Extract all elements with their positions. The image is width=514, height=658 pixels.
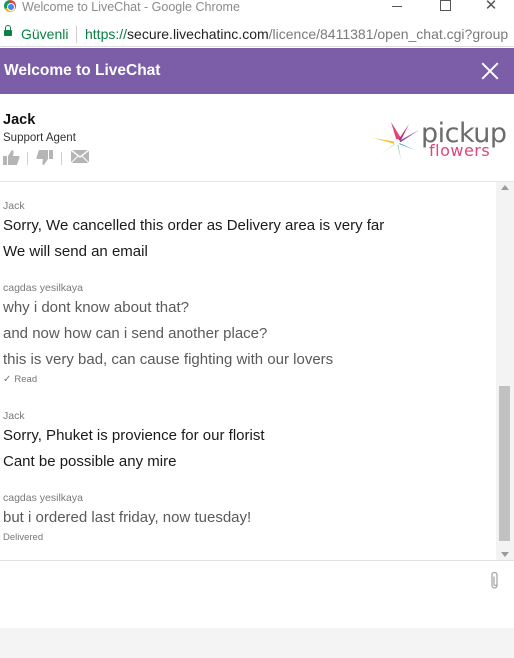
close-chat-icon[interactable]	[476, 57, 504, 85]
address-divider	[76, 26, 77, 43]
message-text: Cant be possible any mire	[3, 453, 177, 470]
url-text[interactable]: https://secure.livechatinc.com/licence/8…	[85, 26, 508, 43]
thumbs-up-icon[interactable]	[3, 150, 21, 166]
agent-info: Jack Support Agent pickup flowers	[0, 94, 514, 182]
scroll-down-icon[interactable]	[501, 552, 509, 557]
message-text: and now how can i send another place?	[3, 325, 268, 342]
message-author: cagdas yesilkaya	[3, 282, 83, 294]
message-group: cagdas yesilkaya but i ordered last frid…	[3, 492, 251, 544]
scroll-up-icon[interactable]	[501, 185, 509, 190]
lock-icon	[4, 25, 12, 36]
flower-logo-icon	[373, 122, 419, 160]
agent-role: Support Agent	[3, 132, 76, 144]
window-titlebar: Welcome to LiveChat - Google Chrome ✕	[0, 0, 514, 22]
minimize-icon[interactable]	[386, 0, 408, 14]
chat-footer	[0, 628, 514, 658]
brand-word-flowers: flowers	[429, 141, 491, 160]
message-input[interactable]	[0, 561, 480, 627]
chat-header: Welcome to LiveChat	[0, 48, 514, 94]
scroll-thumb[interactable]	[499, 386, 510, 541]
chat-scrollbar[interactable]	[496, 182, 514, 560]
message-group: cagdas yesilkaya why i dont know about t…	[3, 282, 333, 386]
message-status-text: Read	[14, 374, 38, 385]
message-text: We will send an email	[3, 243, 148, 260]
chat-title: Welcome to LiveChat	[4, 62, 161, 79]
url-scheme: https://	[85, 26, 128, 42]
message-author: cagdas yesilkaya	[3, 492, 83, 504]
thumbs-down-icon[interactable]	[36, 150, 54, 166]
checkmark-icon: ✓	[3, 374, 12, 385]
window-title: Welcome to LiveChat - Google Chrome	[22, 0, 240, 14]
paperclip-icon[interactable]	[488, 571, 502, 591]
message-text: Sorry, We cancelled this order as Delive…	[3, 217, 385, 234]
secure-label: Güvenli	[21, 26, 69, 42]
maximize-icon[interactable]	[434, 0, 456, 14]
chat-messages[interactable]: Jack Sorry, We cancelled this order as D…	[0, 182, 496, 560]
message-text: Sorry, Phuket is provience for our flori…	[3, 427, 265, 444]
message-group: Jack Sorry, We cancelled this order as D…	[3, 200, 384, 265]
message-text: but i ordered last friday, now tuesday!	[3, 509, 252, 526]
message-author: Jack	[3, 200, 25, 212]
message-group: Jack Sorry, Phuket is provience for our …	[3, 410, 265, 475]
address-bar[interactable]: Güvenli https://secure.livechatinc.com/l…	[0, 22, 514, 47]
rating-divider	[27, 152, 28, 165]
brand-logo: pickup flowers	[371, 118, 511, 164]
close-window-icon[interactable]: ✕	[480, 0, 502, 14]
message-composer	[0, 560, 514, 628]
url-host: secure.livechatinc.com	[127, 26, 269, 42]
url-path: /licence/8411381/open_chat.cgi?group	[268, 26, 509, 42]
message-author: Jack	[3, 410, 25, 422]
rating-divider	[61, 152, 62, 165]
agent-name: Jack	[3, 112, 36, 128]
message-text: why i dont know about that?	[3, 299, 189, 316]
message-text: this is very bad, can cause fighting wit…	[3, 351, 334, 368]
email-icon[interactable]	[70, 149, 90, 166]
message-status: Delivered	[3, 532, 44, 543]
message-status: ✓ Read	[3, 373, 333, 386]
chrome-icon	[4, 0, 16, 12]
